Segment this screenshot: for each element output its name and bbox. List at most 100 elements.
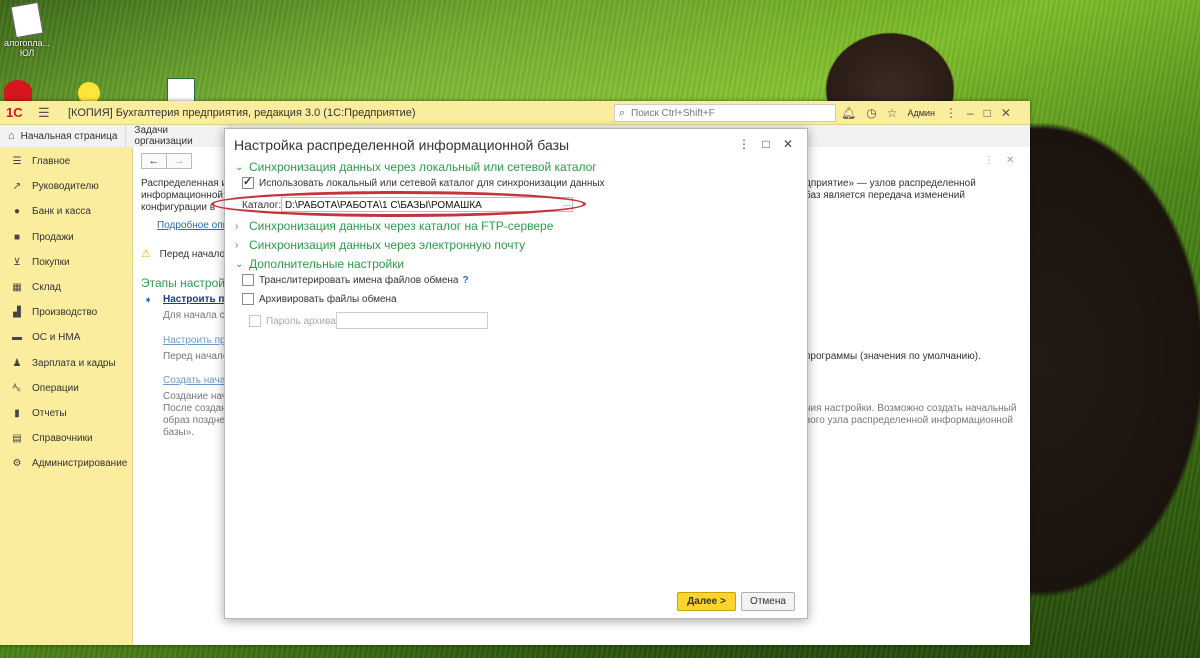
- intro-text-3: конфигурации в: [141, 202, 216, 213]
- 1c-logo: 1С: [6, 104, 23, 120]
- search-input[interactable]: [629, 106, 828, 120]
- 1c-logo-icon: [4, 80, 32, 102]
- minimize-icon[interactable]: –: [967, 106, 974, 120]
- document-icon: [10, 1, 44, 39]
- coin-icon: ●: [13, 206, 21, 218]
- back-arrow-icon[interactable]: ←: [141, 153, 167, 169]
- archive-checkbox-row[interactable]: Архивировать файлы обмена: [242, 293, 397, 305]
- desktop-shortcut-label: алогопла... ЮЛ: [3, 38, 51, 58]
- tab-tasks[interactable]: Задачи организации: [126, 125, 232, 147]
- more-icon[interactable]: ⋮: [984, 155, 994, 166]
- section-local-catalog[interactable]: ⌄ Синхронизация данных через локальный и…: [235, 160, 597, 174]
- sidebar-item-assets[interactable]: ▬ ОС и НМА: [0, 325, 132, 350]
- maximize-icon[interactable]: □: [984, 106, 991, 120]
- titlebar-tools: 🔔︎ ◷ ☆ Админ ⋮ – □ ✕: [836, 101, 1016, 124]
- menu-icon: ☰: [12, 156, 22, 168]
- excel-icon: [167, 78, 195, 102]
- home-icon: ⌂: [8, 130, 15, 142]
- step3-desc-3: образ поздне: [163, 415, 225, 426]
- intro-text-1: Распределенная и: [141, 178, 228, 189]
- cart-icon: ⊻: [13, 256, 21, 268]
- step3-desc-1: Создание нача: [163, 391, 233, 402]
- more-icon[interactable]: ⋮: [945, 106, 957, 120]
- car-icon: ▬: [12, 332, 22, 344]
- sidebar-item-admin[interactable]: ⚙ Администрирование: [0, 451, 132, 476]
- operations-icon: ᴬₖ: [12, 382, 22, 394]
- close-icon[interactable]: ✕: [777, 137, 799, 151]
- chevron-down-icon: ⌄: [235, 258, 244, 270]
- bar-chart-icon: ▮: [14, 407, 20, 419]
- forward-arrow-icon[interactable]: →: [167, 153, 192, 169]
- sidebar-item-catalogs[interactable]: ▤ Справочники: [0, 426, 132, 451]
- person-icon: ♟: [12, 357, 22, 369]
- chart-trend-icon: ↗: [12, 181, 22, 193]
- intro-text-right-1: дприятие» — узлов распределенной: [805, 178, 976, 189]
- sidebar-item-warehouse[interactable]: ▦ Склад: [0, 275, 132, 300]
- archive-password-row: Пароль архива: [249, 315, 336, 327]
- sidebar-item-purchases[interactable]: ⊻ Покупки: [0, 250, 132, 275]
- section-extra-settings[interactable]: ⌄ Дополнительные настройки: [235, 257, 404, 271]
- dialog-title: Настройка распределенной информационной …: [234, 137, 570, 153]
- warning-icon: ⚠: [141, 248, 151, 260]
- chevron-right-icon: ›: [235, 239, 239, 251]
- dialog-controls: ⋮ □ ✕: [733, 137, 799, 151]
- gear-icon: ⚙: [12, 458, 22, 470]
- stages-title: Этапы настройк: [141, 276, 231, 290]
- maximize-icon[interactable]: □: [755, 137, 777, 151]
- desktop-shortcut-tax[interactable]: алогопла... ЮЛ: [2, 1, 52, 58]
- bell-icon[interactable]: 🔔︎: [841, 106, 856, 120]
- more-icon[interactable]: ⋮: [733, 137, 755, 151]
- step3-desc-right-2: вого узла распределенной информационной: [805, 415, 1014, 426]
- app-titlebar: 1С ☰ [КОПИЯ] Бухгалтерия предприятия, ре…: [0, 101, 1030, 125]
- step2-desc: Перед начало: [163, 351, 229, 362]
- sidebar-item-main[interactable]: ☰ Главное: [0, 149, 132, 174]
- more-info-link[interactable]: Подробное опис: [157, 220, 233, 232]
- sidebar-item-reports[interactable]: ▮ Отчеты: [0, 401, 132, 426]
- books-icon: ▤: [12, 433, 22, 445]
- transliterate-checkbox-row[interactable]: Транслитерировать имена файлов обмена ?: [242, 274, 469, 286]
- intro-text-right-2: баз является передача изменений: [805, 190, 965, 201]
- help-icon[interactable]: ?: [462, 275, 468, 286]
- global-search[interactable]: ⌕: [614, 104, 836, 122]
- archive-checkbox[interactable]: [242, 293, 254, 305]
- archive-password-checkbox: [249, 315, 261, 327]
- history-icon[interactable]: ◷: [866, 106, 876, 120]
- step3-desc-2: После создан: [163, 403, 227, 414]
- star-icon[interactable]: ☆: [887, 106, 898, 120]
- highlight-annotation: [211, 191, 586, 217]
- sidebar-item-production[interactable]: ▟ Производство: [0, 300, 132, 325]
- cancel-button[interactable]: Отмена: [741, 592, 795, 611]
- use-local-catalog-checkbox-row[interactable]: Использовать локальный или сетевой катал…: [242, 175, 605, 189]
- step1-link[interactable]: Настроить па: [163, 294, 230, 306]
- transliterate-checkbox[interactable]: [242, 274, 254, 286]
- warehouse-icon: ▦: [12, 282, 22, 294]
- sidebar-item-sales[interactable]: ■ Продажи: [0, 225, 132, 250]
- sidebar-item-manager[interactable]: ↗ Руководителю: [0, 174, 132, 199]
- warning-row: ⚠ Перед началом: [141, 248, 232, 260]
- bag-icon: ■: [13, 231, 21, 243]
- user-name[interactable]: Админ: [907, 108, 934, 118]
- next-button[interactable]: Далее >: [677, 592, 736, 611]
- use-local-catalog-checkbox[interactable]: [242, 175, 254, 189]
- step2-desc-right: программы (значения по умолчанию).: [805, 351, 981, 362]
- step2-link[interactable]: Настроить пра: [163, 335, 231, 347]
- hamburger-menu-icon[interactable]: ☰: [38, 105, 54, 121]
- close-icon[interactable]: ✕: [1006, 155, 1014, 166]
- tab-home[interactable]: ⌂ Начальная страница: [0, 125, 127, 147]
- current-step-arrow-icon: ➧: [144, 295, 153, 306]
- step3-desc-right-1: ния настройки. Возможно создать начальны…: [805, 403, 1017, 414]
- sidebar-item-bank[interactable]: ● Банк и касса: [0, 199, 132, 224]
- section-email[interactable]: › Синхронизация данных через электронную…: [235, 238, 525, 252]
- sidebar-item-salary[interactable]: ♟ Зарплата и кадры: [0, 351, 132, 376]
- sidebar-item-operations[interactable]: ᴬₖ Операции: [0, 376, 132, 401]
- chevron-down-icon: ⌄: [235, 161, 244, 173]
- step3-desc-4: базы».: [163, 427, 195, 438]
- section-ftp[interactable]: › Синхронизация данных через каталог на …: [235, 219, 553, 233]
- step3-link[interactable]: Создать начал: [163, 375, 231, 387]
- factory-icon: ▟: [13, 307, 21, 319]
- close-icon[interactable]: ✕: [1001, 106, 1011, 120]
- sidebar: ☰ Главное ↗ Руководителю ● Банк и касса ■ Пр…: [0, 147, 133, 645]
- search-icon: ⌕: [618, 106, 626, 119]
- chevron-right-icon: ›: [235, 220, 239, 232]
- archive-password-input: [336, 312, 488, 329]
